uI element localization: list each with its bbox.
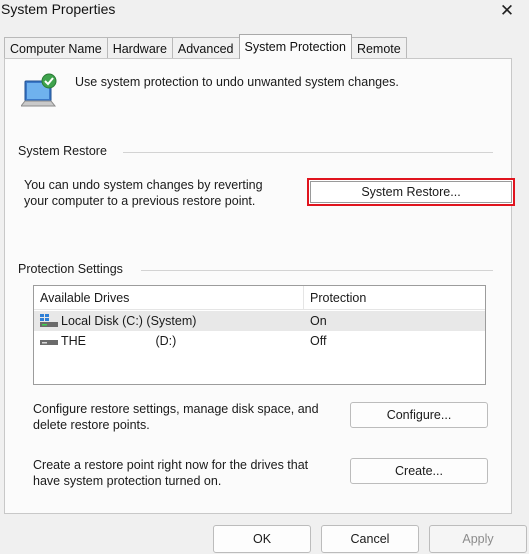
drive-protection-status: On [310,314,327,328]
drive-protection-status: Off [310,334,327,348]
system-restore-group-label: System Restore [18,144,113,158]
create-button[interactable]: Create... [350,458,488,484]
close-icon[interactable]: ✕ [493,0,521,22]
configure-description-line1: Configure restore settings, manage disk … [33,402,319,416]
drive-name-label: THE (D:) [61,334,177,348]
tab-advanced[interactable]: Advanced [171,37,240,59]
column-header-protection[interactable]: Protection [304,286,485,310]
configure-description: Configure restore settings, manage disk … [33,401,319,433]
create-description-line2: have system protection turned on. [33,474,222,488]
system-restore-description: You can undo system changes by reverting… [24,177,263,209]
system-protection-panel: Use system protection to undo unwanted s… [4,58,515,514]
system-restore-description-line1: You can undo system changes by reverting [24,178,263,192]
configure-button[interactable]: Configure... [350,402,488,428]
column-header-available-drives[interactable]: Available Drives [34,286,304,310]
cancel-button[interactable]: Cancel [321,525,419,553]
drive-name-label: Local Disk (C:) (System) [61,314,197,328]
system-restore-description-line2: your computer to a previous restore poin… [24,194,256,208]
title-bar: System Properties ✕ [0,0,529,28]
drive-icon [40,334,58,348]
system-properties-window: System Properties ✕ Computer Name Hardwa… [0,0,529,554]
drive-name-cell: THE (D:) [40,334,176,348]
tab-strip: Computer Name Hardware Advanced System P… [4,34,407,59]
intro-text: Use system protection to undo unwanted s… [75,75,399,89]
tab-computer-name[interactable]: Computer Name [4,37,108,59]
drive-name-cell: Local Disk (C:) (System) [40,314,196,328]
create-description-line1: Create a restore point right now for the… [33,458,309,472]
table-row[interactable]: THE (D:) Off [34,331,485,351]
protection-settings-group-label: Protection Settings [18,262,129,276]
drives-table[interactable]: Available Drives Protection Local Disk (… [33,285,486,385]
system-drive-icon [40,314,58,328]
tab-remote[interactable]: Remote [350,37,407,59]
system-protection-icon [19,73,59,111]
apply-button[interactable]: Apply [429,525,527,553]
configure-description-line2: delete restore points. [33,418,150,432]
ok-button[interactable]: OK [213,525,311,553]
tab-hardware[interactable]: Hardware [106,37,173,59]
tab-system-protection[interactable]: System Protection [238,34,352,59]
window-title: System Properties [1,1,116,17]
create-description: Create a restore point right now for the… [33,457,308,489]
table-row[interactable]: Local Disk (C:) (System) On [34,311,485,331]
system-restore-button[interactable]: System Restore... [307,178,515,206]
system-restore-divider [123,152,493,153]
drives-table-header: Available Drives Protection [34,286,485,310]
system-restore-button-label: System Restore... [310,181,512,203]
protection-settings-divider [141,270,493,271]
